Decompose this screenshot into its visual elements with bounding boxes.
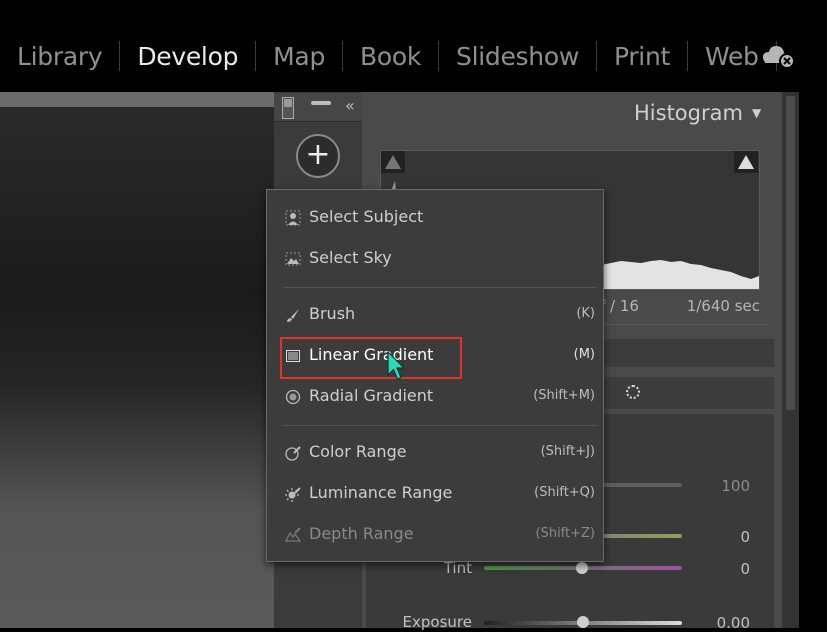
menu-separator (283, 425, 597, 426)
menu-item-label: Select Sky (309, 248, 392, 267)
histogram-title[interactable]: Histogram (634, 101, 743, 125)
menu-item-label: Color Range (309, 442, 407, 461)
collapse-icon[interactable]: « (345, 96, 355, 116)
depth-range-icon (285, 527, 301, 542)
module-picker: Library Develop Map Book Slideshow Print… (0, 0, 827, 92)
menu-item-brush[interactable]: Brush (K) (267, 300, 603, 330)
menu-item-label: Select Subject (309, 207, 424, 226)
photo-preview[interactable] (0, 92, 300, 628)
triangle-up-icon (738, 155, 754, 169)
tint-value[interactable]: 0 (690, 560, 750, 578)
temp-value[interactable]: 0 (690, 528, 750, 546)
aperture-value: f / 16 (600, 297, 639, 315)
menu-item-color-range[interactable]: Color Range (Shift+J) (267, 438, 603, 468)
menu-item-shortcut: (M) (573, 347, 595, 362)
menu-item-select-sky[interactable]: Select Sky (267, 244, 603, 274)
right-edge (799, 92, 827, 628)
menu-item-label: Depth Range (309, 524, 414, 543)
module-print[interactable]: Print (597, 42, 687, 71)
menu-item-label: Radial Gradient (309, 386, 434, 405)
menu-separator (283, 287, 597, 288)
shadow-clipping-toggle[interactable] (381, 151, 405, 173)
amount-value[interactable]: 100 (690, 477, 750, 495)
menu-item-shortcut: (K) (576, 306, 595, 321)
highlight-clipping-toggle[interactable] (734, 151, 758, 173)
menu-item-shortcut: (Shift+Z) (535, 526, 596, 541)
histogram-exif: f / 16 1/640 sec (600, 297, 760, 315)
menu-item-label: Luminance Range (309, 483, 453, 502)
luminance-range-icon (285, 487, 301, 502)
toolstrip-minimize-icon[interactable] (311, 101, 331, 105)
module-library[interactable]: Library (0, 42, 119, 71)
radial-gradient-icon (285, 389, 301, 405)
mouse-cursor-icon (387, 351, 406, 380)
exposure-label: Exposure (402, 613, 472, 631)
shutter-value: 1/640 sec (686, 297, 760, 315)
toolstrip-toggle-icon[interactable] (282, 97, 294, 119)
triangle-up-icon (385, 155, 401, 169)
select-subject-icon (285, 210, 301, 226)
histogram-collapse-icon[interactable]: ▼ (752, 106, 761, 120)
select-sky-icon (285, 252, 301, 266)
menu-item-luminance-range[interactable]: Luminance Range (Shift+Q) (267, 479, 603, 509)
add-mask-button[interactable]: + (296, 134, 340, 178)
exposure-value[interactable]: 0.00 (690, 614, 750, 632)
photo-top-edge (0, 92, 275, 107)
module-slideshow[interactable]: Slideshow (439, 42, 596, 71)
radial-gradient-tool-icon[interactable] (626, 385, 640, 399)
menu-item-shortcut: (Shift+Q) (534, 485, 595, 500)
module-develop[interactable]: Develop (120, 42, 255, 71)
tint-slider-handle[interactable] (576, 562, 588, 574)
cloud-sync-error-icon[interactable] (761, 43, 795, 69)
brush-icon (287, 309, 299, 322)
menu-item-select-subject[interactable]: Select Subject (267, 203, 603, 233)
menu-item-depth-range: Depth Range (Shift+Z) (267, 520, 603, 550)
menu-item-radial-gradient[interactable]: Radial Gradient (Shift+M) (267, 382, 603, 412)
menu-item-label: Brush (309, 304, 356, 323)
highlight-annotation (280, 337, 462, 379)
panel-scrollbar-thumb[interactable] (786, 96, 795, 410)
menu-item-shortcut: (Shift+J) (540, 444, 595, 459)
color-range-icon (285, 446, 301, 461)
module-list: Library Develop Map Book Slideshow Print… (0, 36, 777, 76)
module-map[interactable]: Map (256, 42, 342, 71)
exposure-slider-handle[interactable] (577, 616, 589, 628)
menu-item-shortcut: (Shift+M) (533, 388, 595, 403)
module-book[interactable]: Book (343, 42, 438, 71)
